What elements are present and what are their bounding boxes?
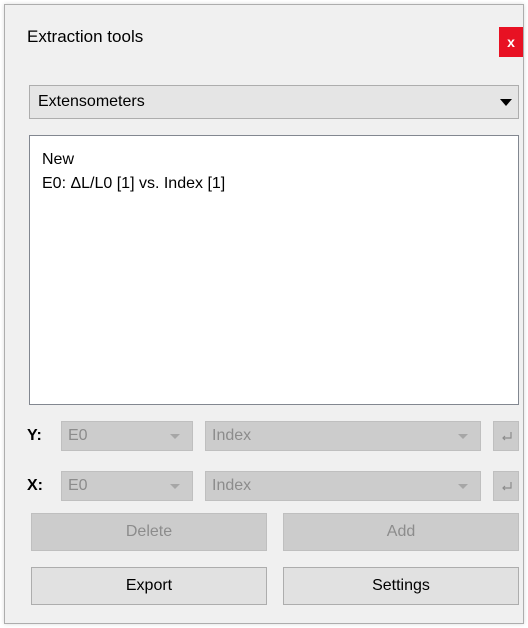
window-title: Extraction tools: [27, 27, 144, 46]
y-column-value: Index: [212, 427, 252, 444]
category-dropdown[interactable]: Extensometers: [29, 85, 519, 119]
settings-button[interactable]: Settings: [283, 567, 519, 605]
chevron-down-icon: [170, 434, 180, 439]
add-button[interactable]: Add: [283, 513, 519, 551]
category-dropdown-value: Extensometers: [38, 93, 145, 110]
chevron-down-icon: [500, 99, 512, 106]
x-apply-button[interactable]: [493, 471, 519, 501]
y-column-select[interactable]: Index: [205, 421, 481, 451]
chevron-down-icon: [170, 484, 180, 489]
extraction-tools-window: Extraction tools x Extensometers New E0:…: [4, 4, 524, 624]
x-source-value: E0: [68, 477, 88, 494]
y-apply-button[interactable]: [493, 421, 519, 451]
delete-button[interactable]: Delete: [31, 513, 267, 551]
x-source-select[interactable]: E0: [61, 471, 193, 501]
x-column-value: Index: [212, 477, 252, 494]
x-column-select[interactable]: Index: [205, 471, 481, 501]
y-source-select[interactable]: E0: [61, 421, 193, 451]
chevron-down-icon: [458, 434, 468, 439]
x-axis-label: X:: [27, 477, 43, 494]
chevron-down-icon: [458, 484, 468, 489]
y-axis-label: Y:: [27, 427, 42, 444]
enter-icon: [502, 432, 512, 441]
title-bar: Extraction tools x: [5, 5, 523, 65]
list-item-e0[interactable]: E0: ΔL/L0 [1] vs. Index [1]: [42, 174, 225, 194]
enter-icon: [502, 482, 512, 491]
export-button[interactable]: Export: [31, 567, 267, 605]
close-button[interactable]: x: [499, 27, 523, 57]
list-item-new[interactable]: New: [42, 150, 74, 170]
extensometer-list[interactable]: New E0: ΔL/L0 [1] vs. Index [1]: [29, 135, 519, 405]
y-source-value: E0: [68, 427, 88, 444]
close-icon: x: [507, 34, 515, 50]
